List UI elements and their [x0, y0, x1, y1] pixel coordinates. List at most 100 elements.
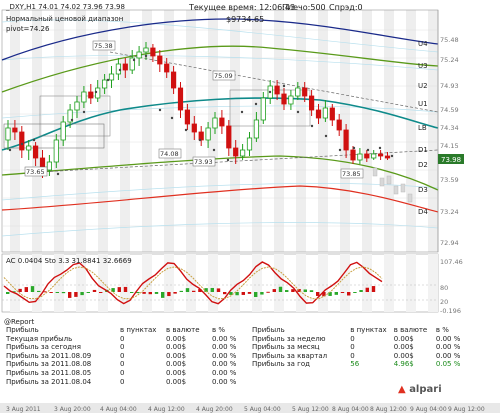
candle-body [281, 93, 287, 105]
ac-histogram-bar [235, 292, 239, 296]
projection-candle [400, 183, 406, 193]
candle-body [350, 149, 356, 161]
candle-body [336, 119, 342, 131]
candle-body [246, 137, 253, 151]
price-mark-label: 73.85 [342, 170, 361, 178]
osc-session-stripe [318, 254, 328, 312]
ac-histogram-bar [347, 292, 351, 296]
report-label: Прибыль за квартал [252, 351, 328, 360]
candle-body [74, 101, 80, 111]
candle-body [46, 161, 53, 171]
price-mark-label: 75.09 [214, 72, 233, 80]
session-stripe [406, 10, 416, 252]
report-value: 0.00$ [393, 351, 414, 360]
candle-body [212, 117, 218, 129]
osc-session-stripe [362, 254, 372, 312]
ac-histogram-bar [192, 290, 196, 292]
report-label: Прибыль за неделю [252, 334, 326, 343]
time-axis-label: 5 Aug 04:00 [244, 406, 281, 413]
report-row: Прибыль за месяц 0 0.00$ 0.00 % [250, 343, 472, 352]
candle-body [12, 127, 18, 133]
osc-session-stripe [340, 254, 350, 312]
ac-histogram-bar [92, 289, 97, 292]
ac-histogram-bar [61, 292, 66, 294]
price-mark-label: 73.65 [26, 168, 45, 176]
ac-histogram-bar [136, 292, 140, 294]
report-value: 0 [120, 368, 125, 377]
candle-body [184, 109, 190, 125]
oscillator-axis-label: 107.46 [440, 258, 463, 266]
projection-candle [372, 167, 378, 177]
ac-histogram-bar [278, 286, 283, 292]
report-row: Прибыль за год 56 4.96$ 0.05 % [250, 360, 472, 369]
band-label-lb: LB [418, 124, 427, 132]
candle-body [295, 87, 301, 97]
ac-histogram-bar [18, 288, 22, 292]
report-label: Прибыль за 2011.08.08 [6, 360, 92, 369]
price-axis-label: 73.24 [440, 208, 459, 216]
report-row: Прибыль за 2011.08.09 0 0.00$ 0.00 % [4, 352, 256, 361]
report-value: 0.00$ [166, 343, 187, 352]
report-row: Прибыль за 2011.08.04 0 0.00$ 0.00 % [4, 378, 256, 387]
time-axis-label: 9 Aug 12:00 [448, 406, 485, 413]
time-axis-label: 3 Aug 2011 [6, 406, 41, 413]
candle-body [108, 73, 115, 81]
price-axis-label: 75.24 [440, 56, 459, 64]
sar-dot [254, 102, 258, 106]
candle-body [102, 79, 108, 89]
price-axis-label: 74.59 [440, 106, 459, 114]
ac-histogram-bar [80, 292, 84, 296]
session-stripe [296, 10, 306, 252]
session-stripe [384, 10, 394, 252]
candle-body [198, 131, 204, 141]
band-label-u4: U4 [418, 40, 428, 48]
sar-dot [198, 138, 202, 142]
report-row: Прибыль в пунктах в валюте в % [4, 326, 256, 335]
report-label: Текущая прибыль [6, 334, 73, 343]
candle-body [322, 107, 329, 119]
sar-dot [226, 158, 230, 162]
report-row: Прибыль в пунктах в валюте в % [250, 326, 472, 335]
projection-candle [393, 185, 399, 195]
ac-histogram-bar [272, 289, 276, 292]
ac-histogram-bar [6, 292, 10, 294]
sar-dot [158, 108, 162, 112]
ac-histogram-bar [260, 292, 264, 295]
candle-body [343, 129, 349, 151]
price-range-label: Нормальный ценовой диапазон [6, 15, 124, 23]
band-label-d2: D2 [418, 161, 428, 169]
oscillator-header: AC 0.0404 Sto 3.3 31.8841 32.6669 [6, 257, 132, 265]
candle-body [53, 139, 59, 163]
alpari-logo: ▲ alpari [398, 384, 442, 395]
leverage-label: Плечо:500 [282, 3, 326, 12]
candle-body [219, 117, 225, 127]
ac-histogram-bar [99, 292, 103, 293]
band-label-u3: U3 [418, 62, 428, 70]
sar-dot [170, 116, 174, 120]
sar-dot [338, 148, 342, 152]
report-row: Прибыль за сегодня 0 0.00$ 0.00 % [4, 343, 256, 352]
band-label-d1: D1 [418, 146, 428, 154]
report-label: Прибыль за 2011.08.04 [6, 377, 92, 386]
session-stripe [76, 10, 86, 252]
candle-body [226, 125, 232, 149]
ac-histogram-bar [353, 292, 357, 293]
ac-histogram-bar [371, 286, 376, 292]
report-value: 0 [350, 334, 355, 343]
candle-body [315, 109, 322, 119]
symbol-info: _DXY,H1 74.01 74.02 73.96 73.98 [6, 3, 125, 11]
report-value: в пунктах [350, 326, 387, 334]
sar-dot [118, 68, 122, 72]
chart-window[interactable]: 75.38 75.09 74.08 73.93 73.85 73.65 U4 U3 U2 U1 LB… [0, 0, 500, 413]
report-label: Прибыль за 2011.08.09 [6, 351, 92, 360]
time-axis-label: 9 Aug 04:00 [410, 406, 447, 413]
session-stripe [428, 10, 438, 252]
report-value: 0.00 % [435, 334, 461, 343]
current-price-label: 73.98 [441, 156, 461, 164]
pivot-label: pivot=74.26 [6, 25, 50, 33]
candle-body [302, 87, 308, 97]
report-label: Прибыль [6, 326, 39, 334]
ac-histogram-bar [316, 292, 320, 296]
report-value: 4.96$ [393, 360, 414, 369]
sar-dot [324, 134, 328, 138]
